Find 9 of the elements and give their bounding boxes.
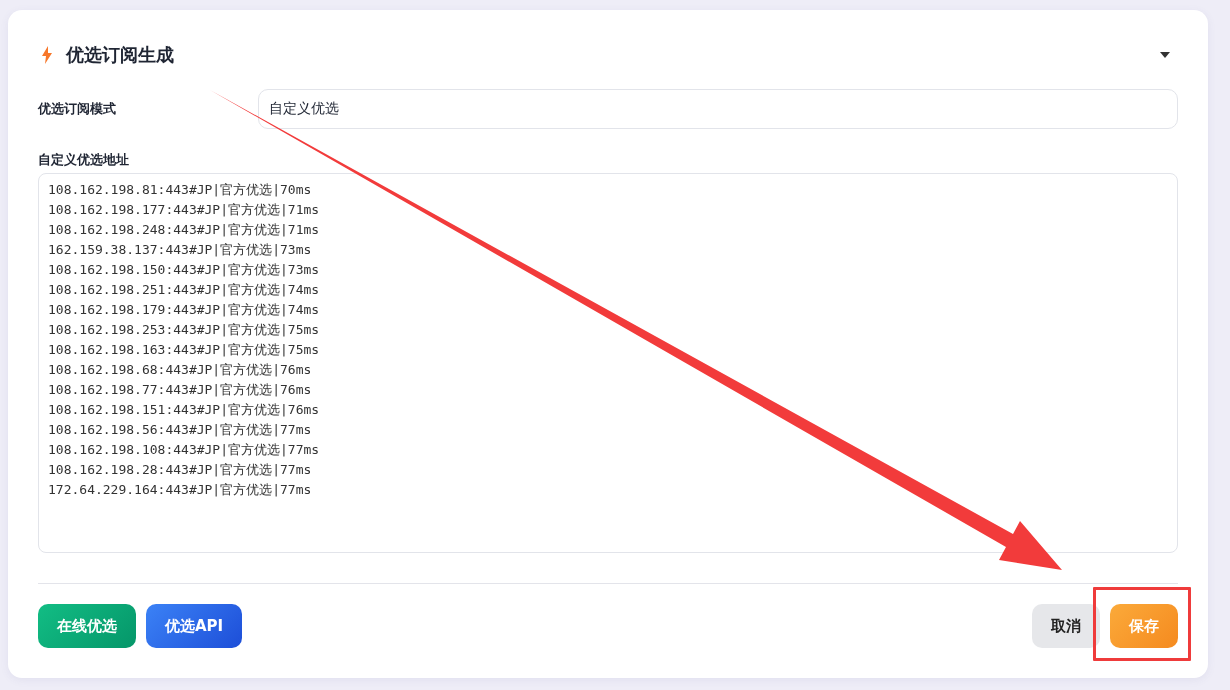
lightning-icon xyxy=(42,46,52,64)
address-textarea[interactable]: 108.162.198.81:443#JP|官方优选|70ms 108.162.198.177:443#JP|官方优选|71ms 108.162.198.248:443#JP|官方优选|71ms 162.159.38.137:443#JP|官方优选|73ms 108.162.198.150:443#JP|官方优选|73ms 108.162.198.251:443#JP|官方优选|74ms 108.162.198.179:443#JP|官方优选|74ms 108.162.198.253:443#JP|官方优选|75ms 108.162.198.163:443#JP|官方优选|75ms 108.162.198.68:443#JP|官方优选|76ms 108.162.198.77:443#JP|官方优选|76ms 108.162.198.151:443#JP|官方优选|76ms 108.162.198.56:443#JP|官方优选|77ms 108.162.198.108:443#JP|官方优选|77ms 108.162.198.28:443#JP|官方优选|77ms 172.64.229.164:443#JP|官方优选|77ms xyxy=(38,173,1178,553)
mode-field[interactable]: 自定义优选 xyxy=(258,89,1178,129)
caret-icon[interactable] xyxy=(1160,52,1170,58)
cancel-button[interactable]: 取消 xyxy=(1032,604,1100,648)
field-label: 自定义优选地址 xyxy=(38,151,129,169)
action-button[interactable]: 优选API xyxy=(146,604,243,648)
field-label: 优选订阅模式 xyxy=(38,100,117,118)
panel-title: 优选订阅生成 xyxy=(66,43,174,67)
